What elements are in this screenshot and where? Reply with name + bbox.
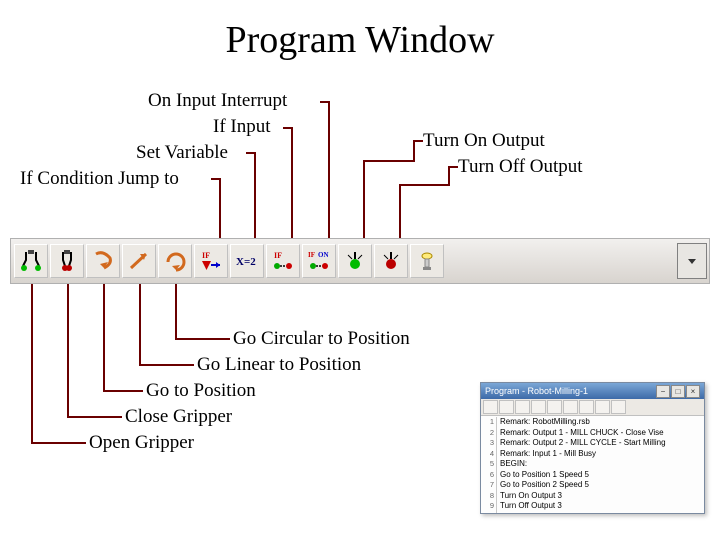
connector: [399, 184, 450, 186]
program-line[interactable]: 2Remark: Output 1 - MILL CHUCK - Close V…: [483, 428, 702, 439]
label-go-linear: Go Linear to Position: [197, 354, 361, 376]
connector: [291, 127, 293, 239]
if-jump-button[interactable]: IF: [194, 244, 228, 278]
program-window-title: Program - Robot-Milling-1: [485, 386, 588, 396]
mini-tool-1[interactable]: [483, 400, 498, 414]
maximize-icon[interactable]: □: [671, 385, 685, 398]
label-turn-on-output: Turn On Output: [423, 130, 545, 152]
mini-tool-9[interactable]: [611, 400, 626, 414]
turn-on-output-button[interactable]: [338, 244, 372, 278]
connector: [103, 390, 143, 392]
mini-tool-4[interactable]: [531, 400, 546, 414]
connector: [31, 442, 86, 444]
program-line[interactable]: 6Go to Position 1 Speed 5: [483, 470, 702, 481]
label-close-gripper: Close Gripper: [125, 406, 232, 428]
connector: [399, 184, 401, 239]
program-line[interactable]: 9Turn Off Output 3: [483, 501, 702, 512]
label-if-condition-jump-to: If Condition Jump to: [20, 168, 179, 190]
mini-tool-8[interactable]: [595, 400, 610, 414]
connector: [363, 160, 365, 239]
if-input-button[interactable]: IF: [266, 244, 300, 278]
program-mini-toolbar: [481, 399, 704, 416]
program-line[interactable]: 3Remark: Output 2 - MILL CYCLE - Start M…: [483, 438, 702, 449]
program-window: Program - Robot-Milling-1 − □ × 1Remark:…: [480, 382, 705, 514]
toolbar-separator: [447, 244, 453, 278]
open-gripper-button[interactable]: [14, 244, 48, 278]
wait-button[interactable]: [410, 244, 444, 278]
svg-text:IF: IF: [308, 251, 315, 259]
mini-tool-3[interactable]: [515, 400, 530, 414]
connector: [103, 284, 105, 392]
connector: [363, 160, 415, 162]
minimize-icon[interactable]: −: [656, 385, 670, 398]
label-turn-off-output: Turn Off Output: [458, 156, 583, 178]
connector: [219, 178, 221, 239]
program-window-titlebar[interactable]: Program - Robot-Milling-1 − □ ×: [481, 383, 704, 399]
connector: [175, 284, 177, 340]
program-line[interactable]: 8Turn On Output 3: [483, 491, 702, 502]
close-icon[interactable]: ×: [686, 385, 700, 398]
program-line[interactable]: 5BEGIN:: [483, 459, 702, 470]
connector: [328, 101, 330, 239]
mini-tool-5[interactable]: [547, 400, 562, 414]
connector: [31, 284, 33, 444]
mini-tool-7[interactable]: [579, 400, 594, 414]
connector: [67, 416, 122, 418]
label-go-circular: Go Circular to Position: [233, 328, 410, 350]
label-if-input: If Input: [213, 116, 271, 138]
mini-tool-6[interactable]: [563, 400, 578, 414]
label-set-variable: Set Variable: [136, 142, 228, 164]
go-circular-button[interactable]: [158, 244, 192, 278]
go-to-position-button[interactable]: [86, 244, 120, 278]
program-line[interactable]: 4Remark: Input 1 - Mill Busy: [483, 449, 702, 460]
connector: [139, 364, 194, 366]
program-line[interactable]: 10Open Gripper: [483, 512, 702, 515]
connector: [413, 140, 415, 162]
program-listing: 1Remark: RobotMilling.rsb2Remark: Output…: [481, 416, 704, 514]
on-input-interrupt-button[interactable]: IFON: [302, 244, 336, 278]
program-line[interactable]: 1Remark: RobotMilling.rsb: [483, 417, 702, 428]
label-on-input-interrupt: On Input Interrupt: [148, 90, 287, 112]
svg-text:IF: IF: [202, 251, 210, 260]
label-open-gripper: Open Gripper: [89, 432, 194, 454]
program-line[interactable]: 7Go to Position 2 Speed 5: [483, 480, 702, 491]
svg-text:IF: IF: [274, 251, 282, 260]
mini-tool-2[interactable]: [499, 400, 514, 414]
page-title: Program Window: [0, 18, 720, 62]
svg-text:X=2: X=2: [236, 256, 256, 268]
go-linear-button[interactable]: [122, 244, 156, 278]
connector: [254, 152, 256, 239]
connector: [67, 284, 69, 418]
toolbar: IF X=2 IF IFON: [10, 238, 710, 284]
connector: [139, 284, 141, 366]
connector: [175, 338, 230, 340]
label-go-to-position: Go to Position: [146, 380, 256, 402]
set-variable-button[interactable]: X=2: [230, 244, 264, 278]
close-gripper-button[interactable]: [50, 244, 84, 278]
svg-text:ON: ON: [318, 251, 329, 259]
toolbar-dropdown[interactable]: [677, 243, 707, 279]
turn-off-output-button[interactable]: [374, 244, 408, 278]
connector: [448, 166, 450, 186]
